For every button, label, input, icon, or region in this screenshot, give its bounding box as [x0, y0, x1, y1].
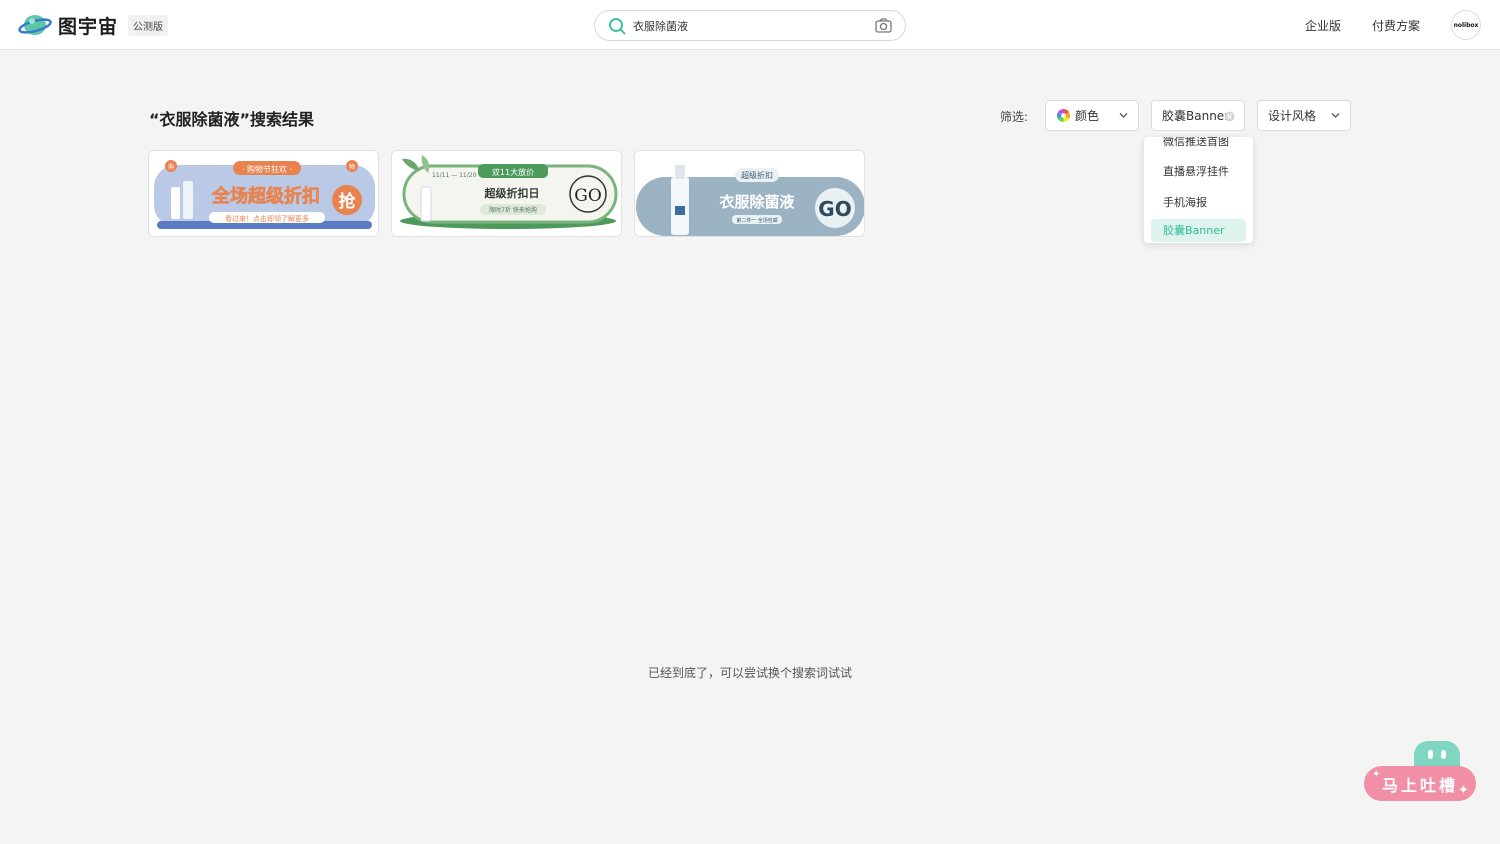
card2-date: 11/11 — 11/20	[432, 172, 477, 179]
type-dropdown-menu: 微信推送首图 直播悬浮挂件 手机海报 胶囊Banner	[1144, 137, 1253, 243]
card3-cta: GO	[818, 197, 851, 221]
result-card[interactable]: 超级折扣 衣服除菌液 第二件一 全场包邮 GO	[634, 150, 865, 237]
card2-cta: GO	[574, 186, 602, 206]
search-bar	[594, 10, 906, 41]
type-filter-label: 胶囊Banner	[1162, 109, 1230, 123]
card1-corner-right: 物	[349, 163, 355, 171]
planet-logo-icon	[18, 15, 52, 35]
card1-corner-left: 购	[168, 163, 174, 171]
beta-badge: 公测版	[128, 14, 169, 36]
result-card[interactable]: 双11大放价 11/11 — 11/20 超级折扣日 限时7折 快来抢购 GO	[391, 150, 622, 237]
logo[interactable]: 图宇宙 公测版	[18, 11, 169, 39]
chevron-down-icon	[1331, 113, 1340, 118]
feedback-label: 马上吐槽	[1381, 775, 1458, 795]
page-title: “衣服除菌液”搜索结果	[149, 110, 315, 129]
banner-thumbnail: · 购物节狂欢 · 购 物 全场超级折扣 抢 看过来！点击即领了解更多	[149, 151, 378, 236]
card1-tag: · 购物节狂欢 ·	[242, 164, 292, 174]
sparkle-icon: ✦	[1372, 769, 1381, 780]
card1-subline: 看过来！点击即领了解更多	[225, 214, 309, 223]
dropdown-item-mobile-poster[interactable]: 手机海报	[1151, 191, 1246, 214]
filter-label: 筛选:	[1000, 110, 1029, 124]
color-wheel-icon	[1057, 109, 1070, 122]
chevron-down-icon	[1119, 113, 1128, 118]
top-header: 图宇宙 公测版 企业版 付费方案 nolibox	[0, 0, 1500, 50]
nav-pricing-link[interactable]: 付费方案	[1372, 17, 1420, 34]
search-icon[interactable]	[608, 17, 626, 35]
color-filter-label: 颜色	[1075, 109, 1100, 123]
logo-text: 图宇宙	[58, 15, 119, 38]
card2-headline: 超级折扣日	[484, 186, 540, 200]
dropdown-item-live-widget[interactable]: 直播悬浮挂件	[1151, 160, 1246, 183]
card3-headline: 衣服除菌液	[719, 193, 795, 211]
color-filter-dropdown[interactable]: 颜色	[1045, 100, 1139, 131]
style-filter-label: 设计风格	[1268, 109, 1317, 123]
card1-headline: 全场超级折扣	[211, 185, 320, 207]
result-card[interactable]: · 购物节狂欢 · 购 物 全场超级折扣 抢 看过来！点击即领了解更多	[148, 150, 379, 237]
avatar[interactable]: nolibox	[1451, 10, 1481, 40]
dropdown-item-capsule-banner[interactable]: 胶囊Banner	[1151, 219, 1246, 242]
card3-subline: 第二件一 全场包邮	[736, 217, 778, 224]
banner-thumbnail: 超级折扣 衣服除菌液 第二件一 全场包邮 GO	[635, 151, 864, 236]
card2-subline: 限时7折 快来抢购	[489, 206, 537, 214]
style-filter-dropdown[interactable]: 设计风格	[1257, 100, 1351, 131]
card3-tag: 超级折扣	[741, 170, 773, 180]
banner-thumbnail: 双11大放价 11/11 — 11/20 超级折扣日 限时7折 快来抢购 GO	[392, 151, 621, 236]
search-input[interactable]	[633, 11, 863, 40]
end-of-results-message: 已经到底了，可以尝试换个搜索词试试	[647, 666, 852, 680]
feedback-widget[interactable]: 马上吐槽 ✦ ✦	[1362, 741, 1478, 803]
camera-icon[interactable]	[875, 18, 892, 33]
card1-cta: 抢	[339, 191, 357, 212]
dropdown-item-wechat-cover[interactable]: 微信推送首图	[1151, 137, 1246, 153]
nav-enterprise-link[interactable]: 企业版	[1305, 17, 1341, 34]
clear-icon[interactable]	[1224, 111, 1235, 122]
card2-tag: 双11大放价	[492, 167, 534, 177]
sparkle-icon: ✦	[1458, 783, 1469, 798]
type-filter-dropdown[interactable]: 胶囊Banner	[1151, 100, 1245, 131]
